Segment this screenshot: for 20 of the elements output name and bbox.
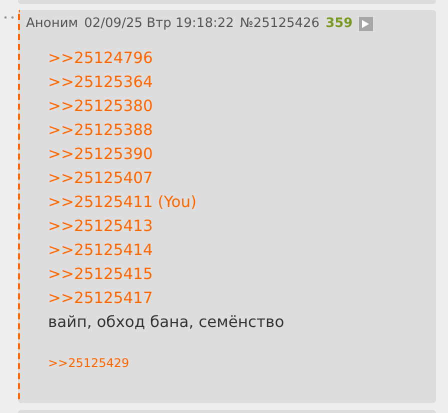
reply-link[interactable]: >>25125380 xyxy=(48,94,153,118)
reply-link[interactable]: >>25125414 xyxy=(48,238,153,262)
reply-link[interactable]: >>25125364 xyxy=(48,70,153,94)
reply-link[interactable]: >>25125429 xyxy=(48,354,130,372)
reply-link[interactable]: >>25125390 xyxy=(48,142,153,166)
post-message: вайп, обход бана, семёнство xyxy=(48,312,286,332)
reply-link[interactable]: >>25125411 (You) xyxy=(48,190,197,214)
reply-link[interactable]: >>25125407 xyxy=(48,166,153,190)
reply-link[interactable]: >>25125388 xyxy=(48,118,153,142)
author-name: Аноним xyxy=(26,15,78,33)
reply-link[interactable]: >>25124796 xyxy=(48,46,153,70)
reply-link[interactable]: >>25125415 xyxy=(48,262,153,286)
expand-button[interactable] xyxy=(358,16,373,31)
reply-link[interactable]: >>25125417 xyxy=(48,286,153,310)
post-date: 02/09/25 Втр 19:18:22 xyxy=(84,15,234,33)
drag-handle-icon[interactable] xyxy=(4,16,14,19)
reply-link[interactable]: >>25125413 xyxy=(48,214,153,238)
post-number-link[interactable]: №25125426 xyxy=(240,14,320,34)
post-counter: 359 xyxy=(326,15,353,33)
play-icon xyxy=(362,20,370,28)
